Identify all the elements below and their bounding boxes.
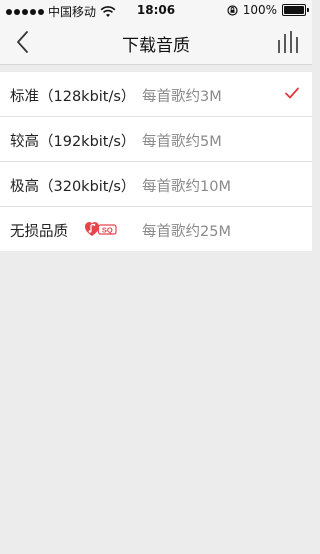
option-size: 每首歌约10M [142, 179, 231, 195]
badge-text: SQ [102, 225, 113, 234]
quality-option-higher[interactable]: 较高（192kbit/s） 每首歌约5M [0, 117, 312, 162]
option-size: 每首歌约3M [142, 89, 222, 105]
option-size: 每首歌约25M [142, 224, 231, 240]
orientation-lock-icon [227, 4, 238, 16]
equalizer-icon[interactable] [276, 30, 300, 54]
battery-icon [282, 4, 309, 16]
page-title: 下载音质 [122, 36, 190, 56]
quality-options-list: 标准（128kbit/s） 每首歌约3M 较高（192kbit/s） 每首歌约5… [0, 72, 312, 251]
option-name: 极高（320kbit/s） [10, 179, 136, 195]
quality-option-lossless[interactable]: 无损品质 SQ 每首歌约25M [0, 207, 312, 251]
status-right: 100% [227, 3, 309, 17]
quality-option-standard[interactable]: 标准（128kbit/s） 每首歌约3M [0, 72, 312, 117]
navigation-bar: 下载音质 [0, 20, 312, 65]
option-size: 每首歌约5M [142, 134, 222, 150]
option-name: 较高（192kbit/s） [10, 134, 136, 150]
option-name: 标准（128kbit/s） [10, 89, 136, 105]
quality-option-extreme[interactable]: 极高（320kbit/s） 每首歌约10M [0, 162, 312, 207]
battery-percent: 100% [242, 3, 277, 17]
status-bar: 中国移动 18:06 100% [0, 0, 312, 20]
checkmark-icon [285, 87, 299, 99]
option-name: 无损品质 [10, 224, 68, 240]
sq-badge-icon: SQ [85, 222, 117, 236]
